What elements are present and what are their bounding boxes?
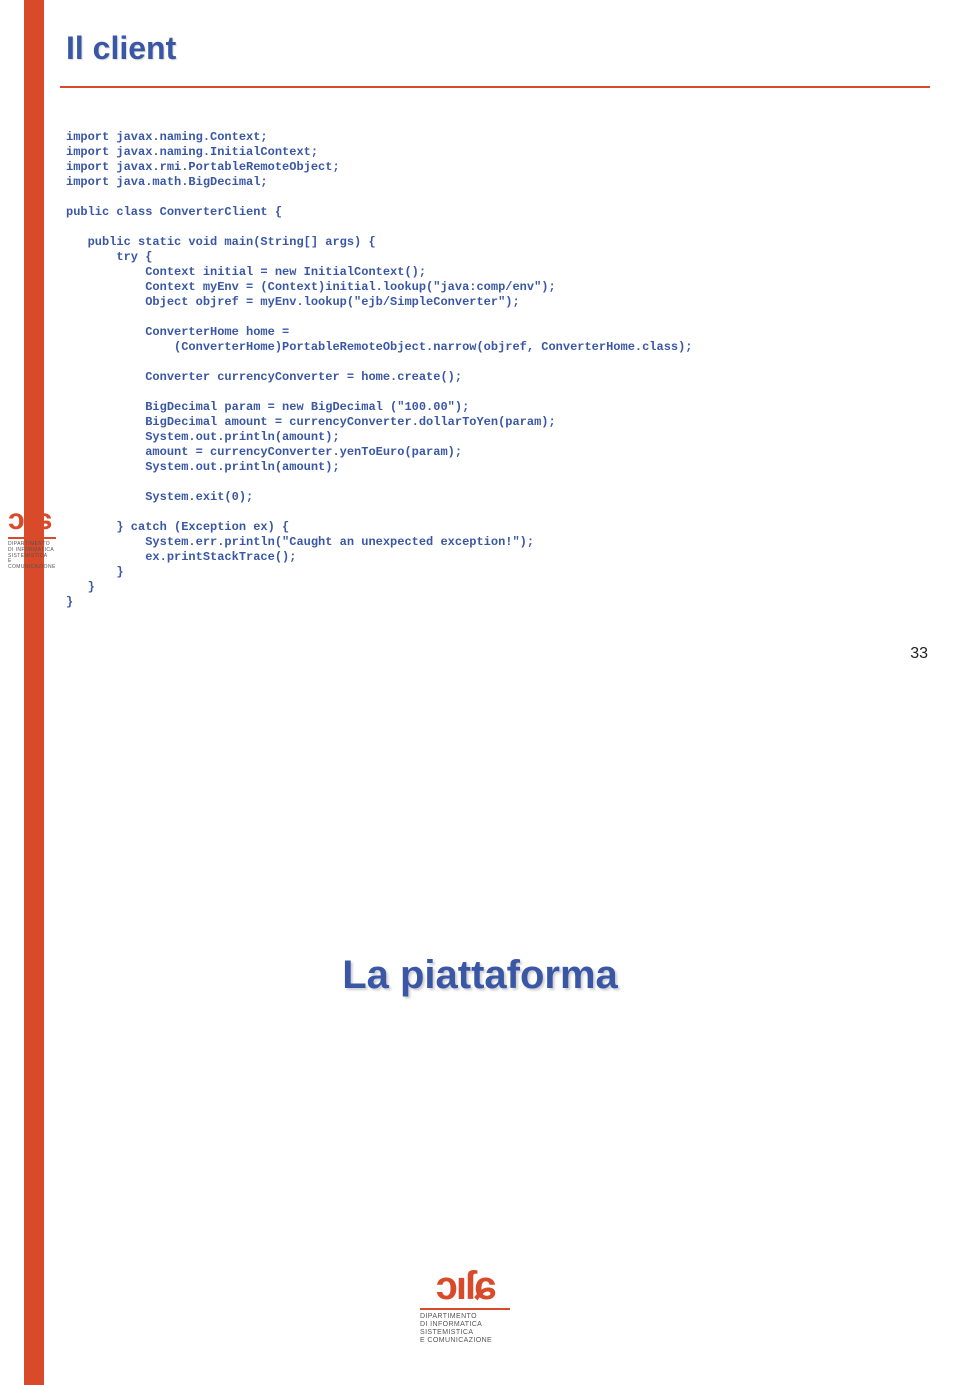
- logo-text-line: SISTEMISTICA: [420, 1329, 510, 1337]
- section-title: La piattaforma: [0, 953, 960, 998]
- page-number: 33: [910, 645, 928, 663]
- left-accent-bar: [24, 693, 44, 1385]
- slide-2: La piattaforma ↄıſɕ DIPARTIMENTO DI INFO…: [0, 693, 960, 1385]
- slide-1: Il client import javax.naming.Context; i…: [0, 0, 960, 693]
- logo-text-line: E COMUNICAZIONE: [8, 559, 56, 571]
- title-divider: [60, 86, 930, 88]
- code-block: import javax.naming.Context; import java…: [66, 130, 906, 610]
- logo-text-line: E COMUNICAZIONE: [420, 1337, 510, 1345]
- logo-divider: [420, 1308, 510, 1310]
- left-accent-bar: [24, 0, 44, 693]
- logo-text-line: DIPARTIMENTO: [420, 1313, 510, 1321]
- logo-glyph: ↄıſɕ: [420, 1268, 510, 1304]
- logo-glyph: ↄıſɕ: [8, 506, 56, 533]
- slide-title: Il client: [66, 30, 176, 67]
- logo-corner: ↄıſɕ DIPARTIMENTO DI INFORMATICA SISTEMI…: [8, 506, 56, 571]
- logo-divider: [8, 537, 56, 539]
- logo-center: ↄıſɕ DIPARTIMENTO DI INFORMATICA SISTEMI…: [420, 1268, 510, 1345]
- logo-text-line: DI INFORMATICA: [420, 1321, 510, 1329]
